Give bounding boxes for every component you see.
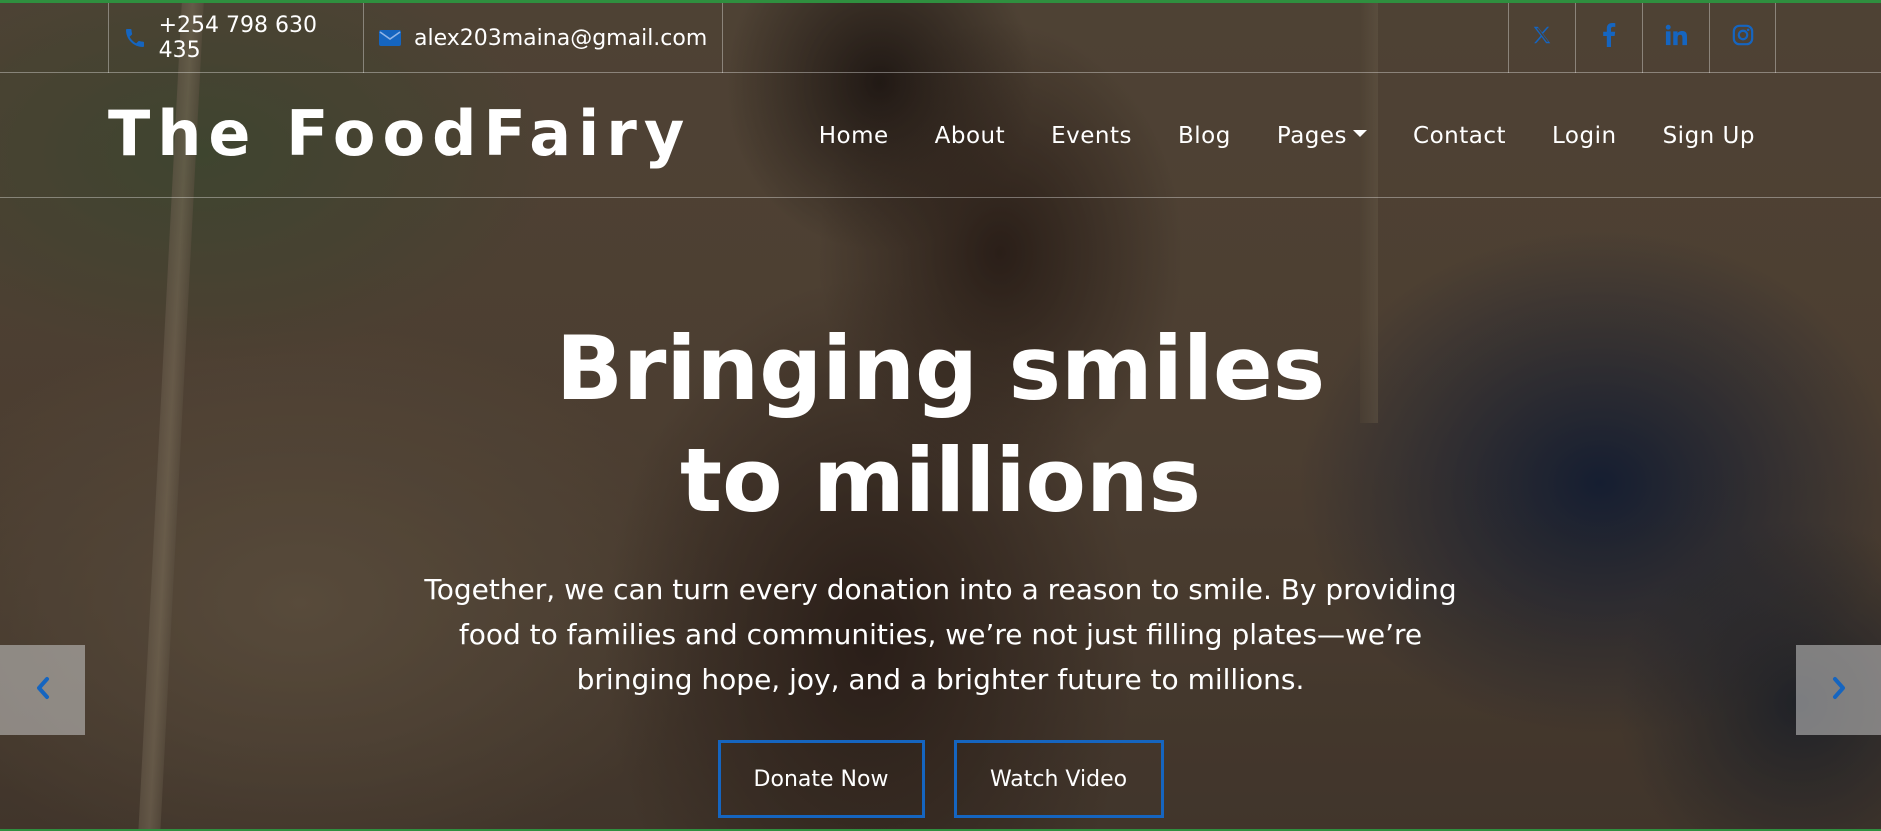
watch-video-button[interactable]: Watch Video xyxy=(953,740,1164,818)
hero-description: Together, we can turn every donation int… xyxy=(424,573,1457,696)
nav-item-blog[interactable]: Blog xyxy=(1178,123,1231,149)
donate-now-button[interactable]: Donate Now xyxy=(717,740,925,818)
brand-logo[interactable]: The FoodFairy xyxy=(108,97,691,170)
nav-item-signup[interactable]: Sign Up xyxy=(1663,123,1755,149)
instagram-icon xyxy=(1732,24,1754,52)
caret-down-icon xyxy=(1353,130,1368,137)
nav-item-pages-label: Pages xyxy=(1276,122,1348,149)
facebook-icon xyxy=(1602,23,1616,53)
hero-section: +254 798 630 435 alex203maina@gmail.com xyxy=(0,0,1881,831)
nav-menu: Home About Events Blog Pages Contact Log… xyxy=(819,73,1755,198)
chevron-left-icon xyxy=(35,676,51,704)
envelope-icon xyxy=(378,25,404,51)
nav-item-contact[interactable]: Contact xyxy=(1413,123,1506,149)
top-bar: +254 798 630 435 alex203maina@gmail.com xyxy=(0,3,1881,73)
main-navbar: The FoodFairy Home About Events Blog Pag… xyxy=(0,73,1881,198)
linkedin-icon xyxy=(1665,24,1687,52)
phone-icon xyxy=(123,25,149,51)
nav-item-home[interactable]: Home xyxy=(819,123,889,149)
carousel-next-button[interactable] xyxy=(1796,645,1881,735)
hero-buttons: Donate Now Watch Video xyxy=(0,740,1881,818)
nav-item-events[interactable]: Events xyxy=(1051,123,1132,149)
contact-email[interactable]: alex203maina@gmail.com xyxy=(363,3,723,73)
social-link-facebook[interactable] xyxy=(1575,3,1642,73)
social-link-instagram[interactable] xyxy=(1709,3,1776,73)
nav-item-about[interactable]: About xyxy=(935,123,1006,149)
hero-content: Bringing smiles to millions Together, we… xyxy=(0,313,1881,818)
social-link-linkedin[interactable] xyxy=(1642,3,1709,73)
hero-title: Bringing smiles to millions xyxy=(555,317,1326,532)
nav-item-login[interactable]: Login xyxy=(1552,123,1617,149)
email-address: alex203maina@gmail.com xyxy=(414,25,708,51)
x-twitter-icon xyxy=(1531,24,1553,52)
carousel-prev-button[interactable] xyxy=(0,645,85,735)
social-link-x[interactable] xyxy=(1508,3,1575,73)
nav-item-pages-dropdown[interactable]: Pages xyxy=(1276,122,1368,149)
contact-phone[interactable]: +254 798 630 435 xyxy=(108,3,363,73)
phone-number: +254 798 630 435 xyxy=(158,13,318,63)
chevron-right-icon xyxy=(1831,676,1847,704)
